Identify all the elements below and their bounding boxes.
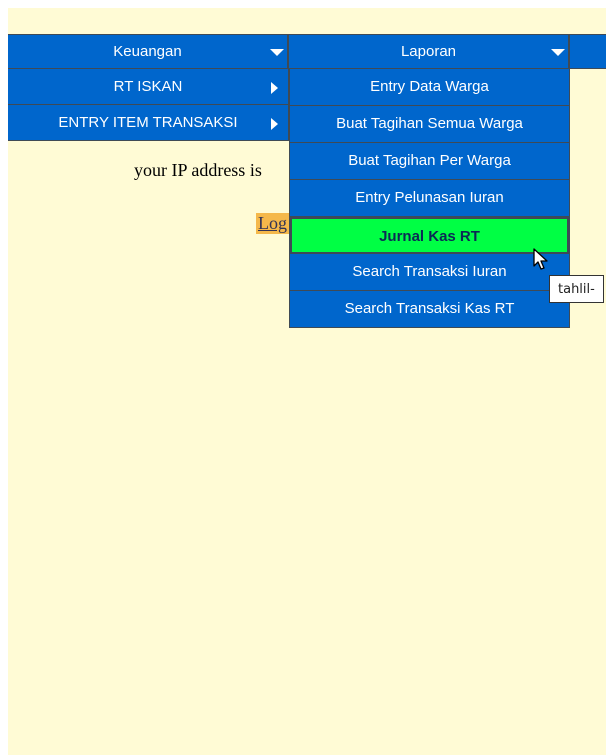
mouse-pointer-icon bbox=[533, 248, 548, 270]
ip-address-text: your IP address is bbox=[134, 160, 262, 180]
chevron-down-icon bbox=[551, 49, 565, 56]
menu-item-buat-tagihan-semua-warga[interactable]: Buat Tagihan Semua Warga bbox=[290, 106, 569, 143]
submenu-entry-item-transaksi[interactable]: ENTRY ITEM TRANSAKSI bbox=[8, 105, 289, 141]
menu-laporan-label: Laporan bbox=[400, 43, 457, 60]
menu-keuangan-label: Keuangan bbox=[113, 43, 182, 60]
submenu-rt-iskan-label: RT ISKAN bbox=[113, 78, 183, 95]
menu-item-jurnal-kas-rt[interactable]: Jurnal Kas RT bbox=[290, 217, 569, 254]
menu-item-search-transaksi-iuran[interactable]: Search Transaksi Iuran bbox=[290, 254, 569, 291]
menu-laporan[interactable]: Laporan bbox=[289, 35, 570, 68]
chevron-down-icon bbox=[270, 49, 284, 56]
chevron-right-icon bbox=[271, 118, 278, 130]
tooltip: tahlil- bbox=[549, 275, 604, 303]
menu-item-entry-data-warga[interactable]: Entry Data Warga bbox=[290, 69, 569, 106]
menu-keuangan[interactable]: Keuangan bbox=[8, 35, 289, 68]
laporan-dropdown: Entry Data Warga Buat Tagihan Semua Warg… bbox=[289, 69, 570, 328]
login-link[interactable]: Log bbox=[256, 213, 289, 234]
chevron-right-icon bbox=[271, 82, 278, 94]
menu-item-search-transaksi-kas-rt[interactable]: Search Transaksi Kas RT bbox=[290, 291, 569, 328]
top-menu-bar: Keuangan Laporan bbox=[8, 34, 606, 69]
menu-item-entry-pelunasan-iuran[interactable]: Entry Pelunasan Iuran bbox=[290, 180, 569, 217]
menu-item-buat-tagihan-per-warga[interactable]: Buat Tagihan Per Warga bbox=[290, 143, 569, 180]
submenu-rt-iskan[interactable]: RT ISKAN bbox=[8, 69, 289, 105]
submenu-entry-item-transaksi-label: ENTRY ITEM TRANSAKSI bbox=[58, 114, 238, 131]
